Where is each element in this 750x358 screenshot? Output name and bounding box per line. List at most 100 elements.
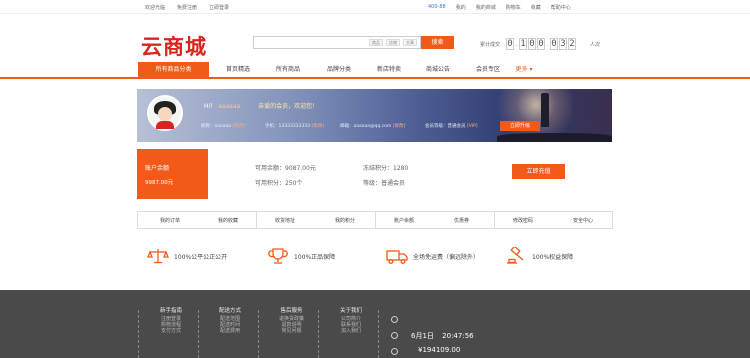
greeting: Hi！ aaaaaa 亲爱的会员，欢迎您！ <box>204 101 318 110</box>
info-label: 昵称： <box>201 124 215 129</box>
footer-date: 6月1日 <box>411 332 434 340</box>
counter-digit: 0 <box>537 38 545 50</box>
footer-divider <box>318 310 319 358</box>
tab-members[interactable]: 会员专区 <box>466 62 510 77</box>
cart-link[interactable]: 购物车 <box>506 4 521 11</box>
link-group: 我的订单 我的收藏 <box>138 212 257 228</box>
link-orders[interactable]: 我的订单 <box>160 217 180 224</box>
help-link[interactable]: 帮助中心 <box>551 4 571 11</box>
headset-icon <box>391 316 398 323</box>
counter-digit: 0 <box>550 38 558 50</box>
link-address[interactable]: 收货地址 <box>275 217 295 224</box>
tab-all-goods[interactable]: 所有商品 <box>266 62 310 77</box>
footer-divider <box>138 310 139 358</box>
link-group: 修改密码 安全中心 <box>495 212 614 228</box>
login-link[interactable]: 立即登录 <box>209 4 229 11</box>
guarantee-text: 100%公平公正公开 <box>174 253 228 261</box>
info-value: aaaaaa@qq.com <box>353 124 392 129</box>
link-favorites[interactable]: 我的收藏 <box>218 217 238 224</box>
footer-link[interactable]: 常见问题 <box>279 328 304 334</box>
counter-digit: 0 <box>528 38 536 50</box>
heart-icon <box>391 348 398 355</box>
scale-icon <box>147 247 169 265</box>
account-panel: 账户余额 9987.00元 可用余额：9087.00元 可用积分：250个 冻结… <box>137 149 612 199</box>
available-balance: 可用余额：9087.00元 <box>255 165 316 172</box>
welcome-text: 欢迎光临 <box>145 5 166 11</box>
footer-datetime: 6月1日 20:47:56 <box>411 331 474 341</box>
info-value: aaaaaa <box>214 124 232 129</box>
recharge-button[interactable]: 立即充值 <box>512 164 565 179</box>
register-link[interactable]: 免费注册 <box>177 4 197 11</box>
deal-counter: 0 . 1 0 0 . 0 3 2 <box>506 38 576 50</box>
tab-more-label: 更多 <box>515 66 528 73</box>
counter-separator: . <box>546 40 549 48</box>
info-label: 会员等级： <box>425 124 448 129</box>
info-value: 13333333333 <box>278 124 311 129</box>
top-bar-right: 400-88 我的 我的商城 购物车 收藏 帮助中心 <box>428 4 571 11</box>
username: aaaaaa <box>218 103 241 110</box>
avatar-shirt <box>156 121 174 129</box>
tab-featured[interactable]: 首页精选 <box>216 62 260 77</box>
hotline-link[interactable]: 400-88 <box>428 4 446 11</box>
footer-col-about: 关于我们 公司简介 联系我们 加入我们 <box>340 306 362 334</box>
footer-amount: ¥194109.00 <box>418 346 461 354</box>
guarantee-shipping: 全场免运费（偏远除外） <box>386 247 479 265</box>
counter-separator: . <box>515 40 518 48</box>
search-input[interactable]: 商品 店铺 文章 <box>253 36 421 49</box>
gavel-icon <box>505 247 527 265</box>
welcome-tip: 亲爱的会员，欢迎您！ <box>258 103 319 110</box>
guarantee-rights: 100%权益保障 <box>505 247 573 265</box>
counter-digit: 1 <box>519 38 527 50</box>
edit-link[interactable]: [修改] <box>393 124 406 129</box>
available-points: 可用积分：250个 <box>255 180 303 187</box>
guarantee-text: 100%权益保障 <box>532 253 574 261</box>
footer-link[interactable]: 配送费用 <box>219 328 241 334</box>
link-group: 收货地址 我的积分 <box>257 212 376 228</box>
info-level: 会员等级：普通会员 [VIP] <box>425 123 478 129</box>
avatar[interactable] <box>147 95 183 131</box>
my-mall-link[interactable]: 我的商城 <box>476 4 496 11</box>
clock-icon <box>391 332 398 339</box>
edit-link[interactable]: [修改] <box>311 124 324 129</box>
footer-divider <box>198 310 199 358</box>
upgrade-button[interactable]: 立即升级 <box>500 121 540 131</box>
link-password[interactable]: 修改密码 <box>513 217 533 224</box>
footer-link[interactable]: 加入我们 <box>340 328 362 334</box>
site-logo[interactable]: 云商城 <box>141 31 207 61</box>
footer-col-service: 售后服务 退换货政策 退款说明 常见问题 <box>279 306 304 334</box>
edit-link[interactable]: [修改] <box>232 124 245 129</box>
search-button[interactable]: 搜索 <box>421 36 454 49</box>
search-tag-shops[interactable]: 店铺 <box>386 39 400 46</box>
favorites-link[interactable]: 收藏 <box>531 4 541 11</box>
my-account-link[interactable]: 我的 <box>456 4 466 11</box>
info-label: 邮箱： <box>340 124 354 129</box>
search-tag-articles[interactable]: 文章 <box>403 39 417 46</box>
link-balance[interactable]: 账户余额 <box>394 217 414 224</box>
info-email: 邮箱：aaaaaa@qq.com [修改] <box>340 123 405 129</box>
balance-value: 9987.00元 <box>145 180 174 186</box>
info-phone: 手机：13333333333 [修改] <box>265 123 324 129</box>
tab-announcements[interactable]: 商城公告 <box>416 62 460 77</box>
link-points[interactable]: 我的积分 <box>335 217 355 224</box>
tab-more[interactable]: 更多 ▾ <box>511 62 537 77</box>
search-tag-goods[interactable]: 商品 <box>369 39 383 46</box>
footer: 新手指南 注册登录 购物流程 支付方式 配送方式 配送范围 配送时间 配送费用 … <box>0 290 750 358</box>
chevron-down-icon: ▾ <box>529 66 533 73</box>
footer-col-guide: 新手指南 注册登录 购物流程 支付方式 <box>160 306 182 334</box>
link-coupons[interactable]: 优惠券 <box>454 217 469 224</box>
footer-col-title: 新手指南 <box>160 308 183 314</box>
search-tags: 商品 店铺 文章 <box>369 39 417 46</box>
link-group: 账户余额 优惠券 <box>376 212 495 228</box>
footer-link[interactable]: 支付方式 <box>160 328 182 334</box>
tab-all-categories[interactable]: 所有商品分类 <box>138 62 209 77</box>
info-nickname: 昵称：aaaaaa [修改] <box>201 123 245 129</box>
footer-divider <box>378 310 379 358</box>
counter-digit: 2 <box>568 38 576 50</box>
guarantee-text: 100%正品保障 <box>294 253 336 261</box>
top-bar-left: 欢迎光临 免费注册 立即登录 <box>145 4 229 11</box>
tab-brands[interactable]: 品牌分类 <box>317 62 361 77</box>
link-security[interactable]: 安全中心 <box>573 217 593 224</box>
tab-new-sale[interactable]: 新店特卖 <box>367 62 411 77</box>
footer-col-title: 售后服务 <box>280 308 303 314</box>
top-bar: 欢迎光临 免费注册 立即登录 400-88 我的 我的商城 购物车 收藏 帮助中… <box>0 0 750 14</box>
